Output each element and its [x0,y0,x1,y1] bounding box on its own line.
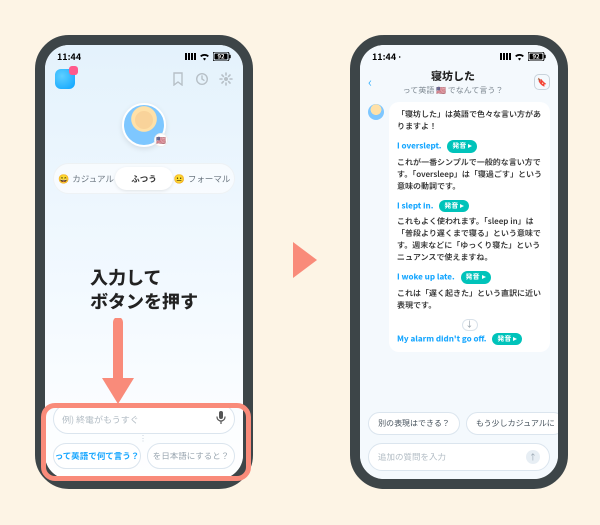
bookmark-icon[interactable] [171,72,185,86]
chat-area: 「寝坊した」は英語で色々な言い方がありますよ！ I overslept. 発音 … [360,96,558,412]
segment-normal[interactable]: ふつう [115,167,173,190]
emoji-icon: 😄 [58,172,69,185]
back-icon[interactable]: ‹ [368,72,372,92]
mic-icon[interactable] [216,411,226,427]
segment-label: フォーマル [188,173,231,185]
play-icon [460,204,464,208]
top-bar [45,65,243,89]
translate-to-english-button[interactable]: って英語で何て言う？ [53,443,141,469]
result-item: I overslept. 発音 [397,140,542,153]
suggestion-row: 別の表現はできる？ もう少しカジュアルに [360,412,558,439]
chat-bubble: 「寝坊した」は英語で色々な言い方がありますよ！ I overslept. 発音 … [389,102,550,352]
phrase-desc: これもよく使われます。「sleep in」は「普段より遅くまで寝る」という意味で… [397,216,542,264]
bot-avatar [368,104,384,120]
wifi-icon [199,53,210,61]
svg-text:92: 92 [532,52,540,61]
history-icon[interactable] [195,72,209,86]
result-item: My alarm didn't go off. 発音 [397,333,542,346]
send-icon[interactable]: ↑ [526,450,540,464]
input-placeholder: 追加の質問を入力 [378,451,446,463]
pronounce-button[interactable]: 発音 [492,333,522,346]
result-item: I slept in. 発音 [397,200,542,213]
play-icon [513,337,517,341]
play-icon [468,144,472,148]
app-logo-icon[interactable] [55,69,75,89]
translate-to-japanese-button[interactable]: を日本語にすると？ [147,443,235,469]
settings-icon[interactable] [219,72,233,86]
signal-icon [500,53,511,60]
segment-formal[interactable]: 😐 フォーマル [173,167,231,190]
segment-casual[interactable]: 😄 カジュアル [57,167,115,190]
bookmark-button[interactable]: 🔖 [534,74,550,90]
pronounce-button[interactable]: 発音 [447,140,477,153]
divider-icon: ⋮ [53,434,235,443]
phrase-input[interactable]: 例) 終電がもうすぐ [53,404,235,434]
status-time: 11:44 [57,50,81,63]
followup-input[interactable]: 追加の質問を入力 ↑ [368,443,550,471]
transition-arrow-icon [293,242,317,278]
pronounce-button[interactable]: 発音 [461,271,491,284]
emoji-icon: 😐 [174,172,185,185]
status-bar: 11:44 ⋅ 92 [360,45,558,65]
battery-icon: 92 [528,52,546,61]
status-bar: 11:44 92 [45,45,243,65]
svg-text:92: 92 [217,52,225,61]
pronounce-button[interactable]: 発音 [439,200,469,213]
play-icon [482,275,486,279]
phrase-desc: これは「遅く起きた」という直訳に近い表現です。 [397,288,542,312]
result-header: ‹ 寝坊した って英語 🇺🇸 でなんて言う？ 🔖 [360,65,558,96]
battery-icon: 92 [213,52,231,61]
formality-segmented-control[interactable]: 😄 カジュアル ふつう 😐 フォーマル [53,163,235,194]
phrase-desc: これが一番シンプルで一般的な言い方です。「oversleep」は「寝過ごす」とい… [397,157,542,193]
phrase-text: I overslept. [397,140,442,151]
phone-right: 11:44 ⋅ 92 ‹ 寝坊した って英語 🇺🇸 でなんて言う？ 🔖 [350,35,568,489]
phone-left: 11:44 92 🇺🇸 [35,35,253,489]
avatar-flag-icon: 🇺🇸 [154,133,168,147]
chevron-down-icon: ↓ [462,319,478,331]
segment-label: カジュアル [72,173,114,185]
input-placeholder: 例) 終電がもうすぐ [62,413,139,426]
result-title: 寝坊した [378,68,528,84]
wifi-icon [514,53,525,61]
signal-icon [185,53,196,60]
phrase-text: My alarm didn't go off. [397,333,486,344]
status-time: 11:44 ⋅ [372,50,401,63]
segment-label: ふつう [131,173,157,185]
phrase-text: I slept in. [397,200,433,211]
result-item: I woke up late. 発音 [397,271,542,284]
suggestion-chip[interactable]: もう少しカジュアルに [466,412,565,435]
phrase-text: I woke up late. [397,271,455,282]
expand-button[interactable]: ↓ [397,319,542,331]
intro-text: 「寝坊した」は英語で色々な言い方がありますよ！ [397,109,542,133]
result-subtitle: って英語 🇺🇸 でなんて言う？ [378,85,528,96]
suggestion-chip[interactable]: 別の表現はできる？ [368,412,460,435]
input-zone: 例) 終電がもうすぐ ⋮ って英語で何て言う？ を日本語にすると？ [45,404,243,479]
avatar[interactable]: 🇺🇸 [122,103,166,147]
